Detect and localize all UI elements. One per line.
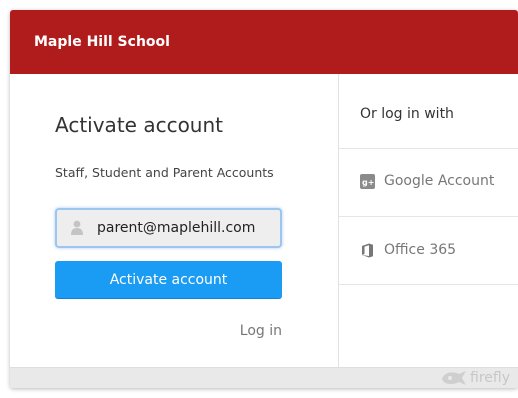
header-bar: Maple Hill School xyxy=(10,10,518,74)
divider xyxy=(339,148,518,149)
activate-account-button[interactable]: Activate account xyxy=(55,261,282,299)
log-in-link[interactable]: Log in xyxy=(240,322,282,340)
account-types-label: Staff, Student and Parent Accounts xyxy=(55,165,274,180)
firefly-brand: firefly xyxy=(441,369,510,387)
firefly-logo-icon xyxy=(442,371,467,385)
office-icon xyxy=(362,243,373,257)
firefly-brand-name: firefly xyxy=(470,370,510,386)
user-icon xyxy=(71,220,83,235)
school-name: Maple Hill School xyxy=(34,34,170,50)
activate-account-panel: Activate account Staff, Student and Pare… xyxy=(10,74,338,367)
email-field[interactable]: parent@maplehill.com xyxy=(55,208,282,248)
footer-bar: firefly xyxy=(10,367,518,388)
google-account-button[interactable]: g+ Google Account xyxy=(360,171,494,191)
office-365-label[interactable]: Office 365 xyxy=(384,242,456,258)
page: Maple Hill School Activate account Staff… xyxy=(0,0,518,398)
alternative-login-panel: Or log in with g+ Google Account Office … xyxy=(339,74,518,367)
svg-text:g+: g+ xyxy=(362,178,374,187)
or-log-in-with-heading: Or log in with xyxy=(360,106,454,122)
login-card: Maple Hill School Activate account Staff… xyxy=(10,10,518,388)
google-account-label[interactable]: Google Account xyxy=(384,173,494,189)
email-field-value[interactable]: parent@maplehill.com xyxy=(97,219,255,237)
google-plus-icon: g+ xyxy=(360,173,375,189)
divider xyxy=(339,284,518,285)
office-365-button[interactable]: Office 365 xyxy=(360,240,456,260)
divider xyxy=(339,216,518,217)
activate-heading: Activate account xyxy=(55,113,223,137)
